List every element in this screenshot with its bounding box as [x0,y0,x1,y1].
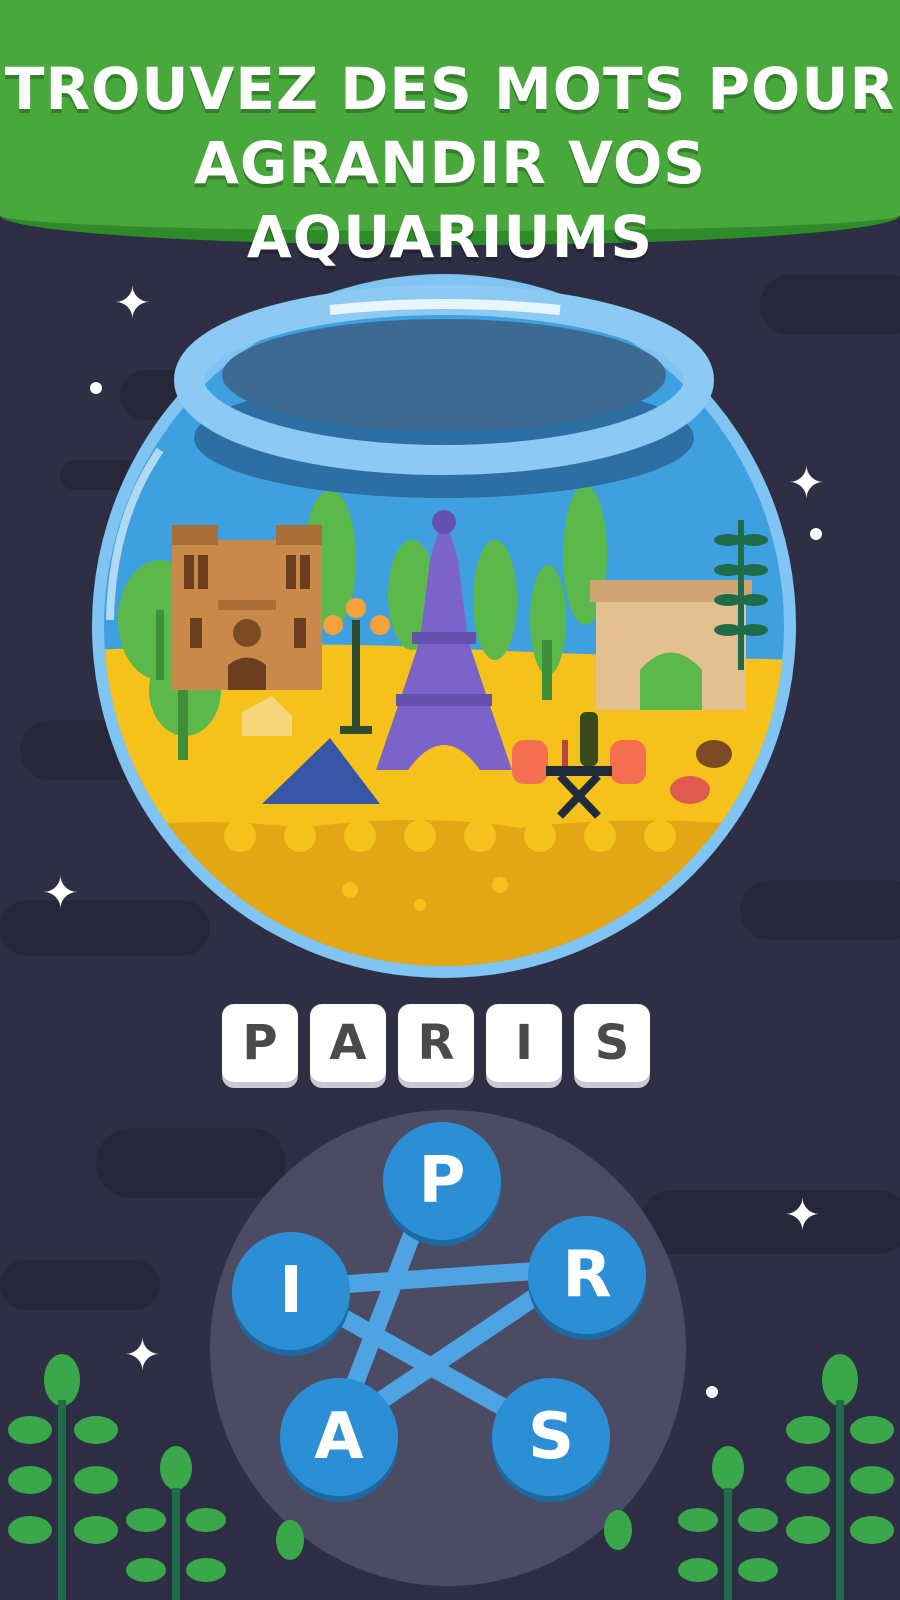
title-banner: TROUVEZ DES MOTS POUR AGRANDIR VOS AQUAR… [0,0,900,271]
banner-title: TROUVEZ DES MOTS POUR AGRANDIR VOS AQUAR… [4,55,896,271]
